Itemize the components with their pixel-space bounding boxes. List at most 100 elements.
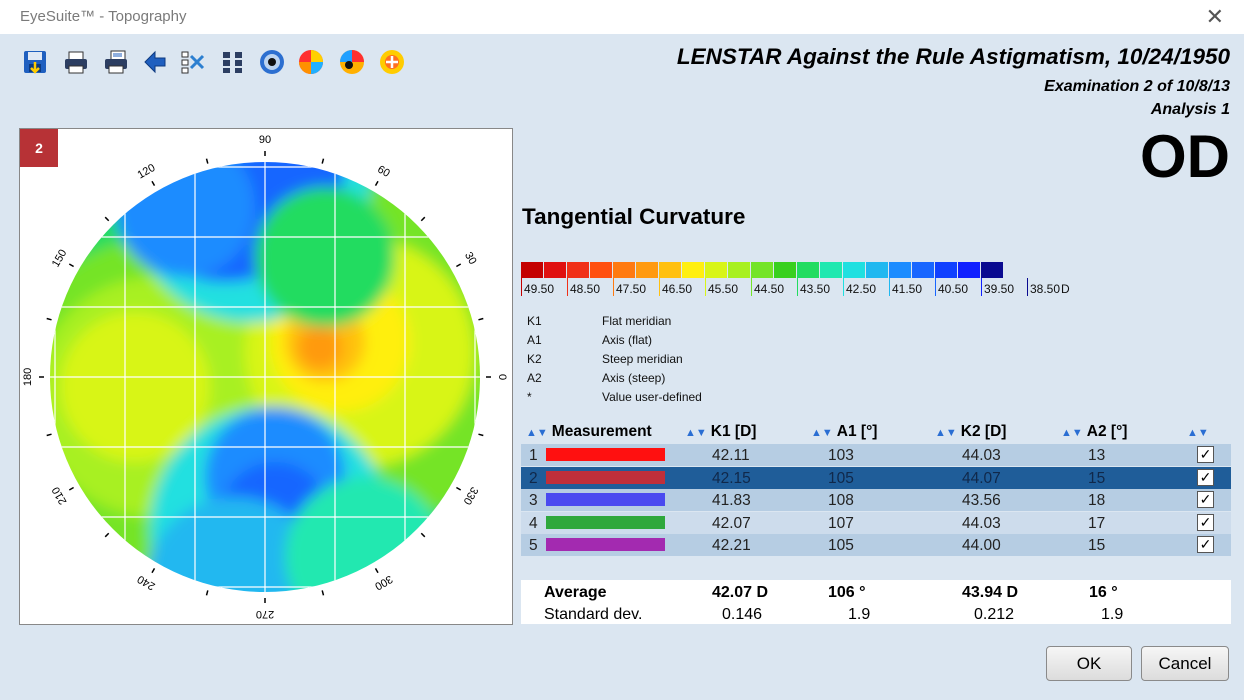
save-icon[interactable]: [18, 44, 52, 80]
column-a2[interactable]: ▲▼ A2 [°]: [1061, 423, 1127, 441]
scale-tick: [751, 278, 752, 296]
table-row[interactable]: 2 42.15 105 44.07 15 ✓: [521, 466, 1231, 489]
print-icon[interactable]: [59, 44, 93, 80]
row-number: 1: [529, 447, 538, 464]
axis-label: 60: [375, 163, 392, 180]
axis-label: 90: [259, 134, 271, 146]
cell-a2: 15: [1088, 469, 1106, 487]
table-row[interactable]: 4 42.07 107 44.03 17 ✓: [521, 511, 1231, 534]
column-visibility[interactable]: ▲▼: [1187, 423, 1213, 441]
legend-desc: Steep meridian: [602, 352, 683, 366]
axis-tick: [151, 568, 156, 574]
axis-label: 210: [50, 485, 70, 507]
cancel-button[interactable]: Cancel: [1141, 646, 1229, 681]
legend-desc: Axis (steep): [602, 371, 666, 385]
axis-tick: [374, 180, 379, 186]
scale-swatch: [866, 262, 888, 278]
legend-row: A1 Axis (flat): [527, 333, 827, 352]
scale-tick: [659, 278, 660, 296]
topography-map[interactable]: 0 30 60 90 120 150 180 210 240 270 300 330 2: [19, 128, 513, 625]
cell-a2: 15: [1088, 537, 1106, 554]
cell-a1: 103: [828, 447, 854, 464]
std-k2: 0.212: [974, 606, 1015, 623]
std-a1: 1.9: [848, 606, 871, 623]
row-number: 5: [529, 537, 538, 554]
scale-swatch: [636, 262, 658, 278]
scale-swatch: [935, 262, 957, 278]
map-type-title: Tangential Curvature: [522, 204, 746, 229]
axis-tick: [104, 216, 110, 222]
std-a2: 1.9: [1101, 606, 1124, 623]
curvature-map-graphic[interactable]: 0 30 60 90 120 150 180 210 240 270 300 330: [20, 129, 512, 624]
axis-tick: [374, 568, 379, 574]
statistics-panel: Average 42.07 D 106 ° 43.94 D 16 ° Stand…: [521, 580, 1231, 624]
scale-tick: [1027, 278, 1028, 296]
average-a1: 106 °: [828, 584, 866, 601]
cell-k2: 44.03: [962, 447, 1001, 464]
cell-a2: 13: [1088, 447, 1106, 464]
scale-label: 41.50: [892, 282, 923, 296]
cell-k1: 42.07: [712, 514, 751, 532]
axis-label: 120: [136, 162, 158, 182]
scale-label: 46.50: [662, 282, 693, 296]
column-measurement[interactable]: ▲▼ Measurement: [526, 423, 652, 441]
measurement-color-swatch: [546, 448, 665, 461]
eye-image-icon[interactable]: [255, 44, 289, 80]
include-checkbox[interactable]: ✓: [1197, 491, 1214, 508]
legend-abbr: A1: [527, 333, 542, 347]
compare-icon[interactable]: [176, 44, 210, 80]
examination-label: Examination 2 of 10/8/13: [1044, 78, 1230, 95]
scale-swatch: [544, 262, 566, 278]
topography-map-icon[interactable]: [294, 44, 328, 80]
close-icon[interactable]: ✕: [1206, 4, 1224, 30]
measurement-color-swatch: [546, 538, 665, 551]
axis-label: 180: [22, 368, 34, 386]
include-checkbox[interactable]: ✓: [1197, 513, 1214, 531]
grid-icon[interactable]: [216, 44, 250, 80]
include-checkbox[interactable]: ✓: [1197, 446, 1214, 463]
scale-swatch: [981, 262, 1003, 278]
cell-a2: 17: [1088, 514, 1106, 532]
scale-swatch: [912, 262, 934, 278]
average-label: Average: [544, 584, 607, 601]
legend-abbr: K2: [527, 352, 542, 366]
table-row[interactable]: 1 42.11 103 44.03 13 ✓: [521, 444, 1231, 466]
column-a1[interactable]: ▲▼ A1 [°]: [811, 423, 877, 441]
cell-k2: 43.56: [962, 492, 1001, 509]
scale-swatch: [590, 262, 612, 278]
scale-swatch: [820, 262, 842, 278]
legend-desc: Axis (flat): [602, 333, 653, 347]
cell-a1: 105: [828, 469, 854, 487]
analysis-label: Analysis 1: [1150, 101, 1230, 118]
keratometry-icon[interactable]: [335, 44, 369, 80]
ok-button[interactable]: OK: [1046, 646, 1132, 681]
axis-label: 240: [136, 573, 158, 593]
scale-tick: [935, 278, 936, 296]
table-row[interactable]: 3 41.83 108 43.56 18 ✓: [521, 489, 1231, 511]
table-header: ▲▼ Measurement ▲▼ K1 [D] ▲▼ A1 [°] ▲▼ K2 [D]…: [521, 420, 1231, 442]
column-k1[interactable]: ▲▼ K1 [D]: [685, 423, 756, 441]
scale-label: 49.50: [524, 282, 555, 296]
title-bar: EyeSuite™ - Topography ✕: [0, 0, 1244, 34]
scale-swatch: [567, 262, 589, 278]
legend-abbr: *: [527, 390, 532, 404]
analysis-icon[interactable]: [375, 44, 409, 80]
scale-swatch: [797, 262, 819, 278]
include-checkbox[interactable]: ✓: [1197, 536, 1214, 553]
table-row[interactable]: 5 42.21 105 44.00 15 ✓: [521, 534, 1231, 556]
back-icon[interactable]: [138, 44, 172, 80]
scale-tick: [705, 278, 706, 296]
row-number: 2: [529, 469, 538, 487]
print-preview-icon[interactable]: [99, 44, 133, 80]
axis-tick: [478, 317, 484, 321]
axis-tick: [104, 532, 110, 538]
eye-label: OD: [1140, 123, 1230, 190]
scale-tick: [521, 278, 522, 296]
legend-row: K1 Flat meridian: [527, 314, 827, 333]
legend-abbr: K1: [527, 314, 542, 328]
include-checkbox[interactable]: ✓: [1197, 468, 1214, 486]
cell-k2: 44.03: [962, 514, 1001, 532]
axis-label: 30: [462, 250, 479, 267]
column-k2[interactable]: ▲▼ K2 [D]: [935, 423, 1006, 441]
axis-tick: [151, 180, 156, 186]
